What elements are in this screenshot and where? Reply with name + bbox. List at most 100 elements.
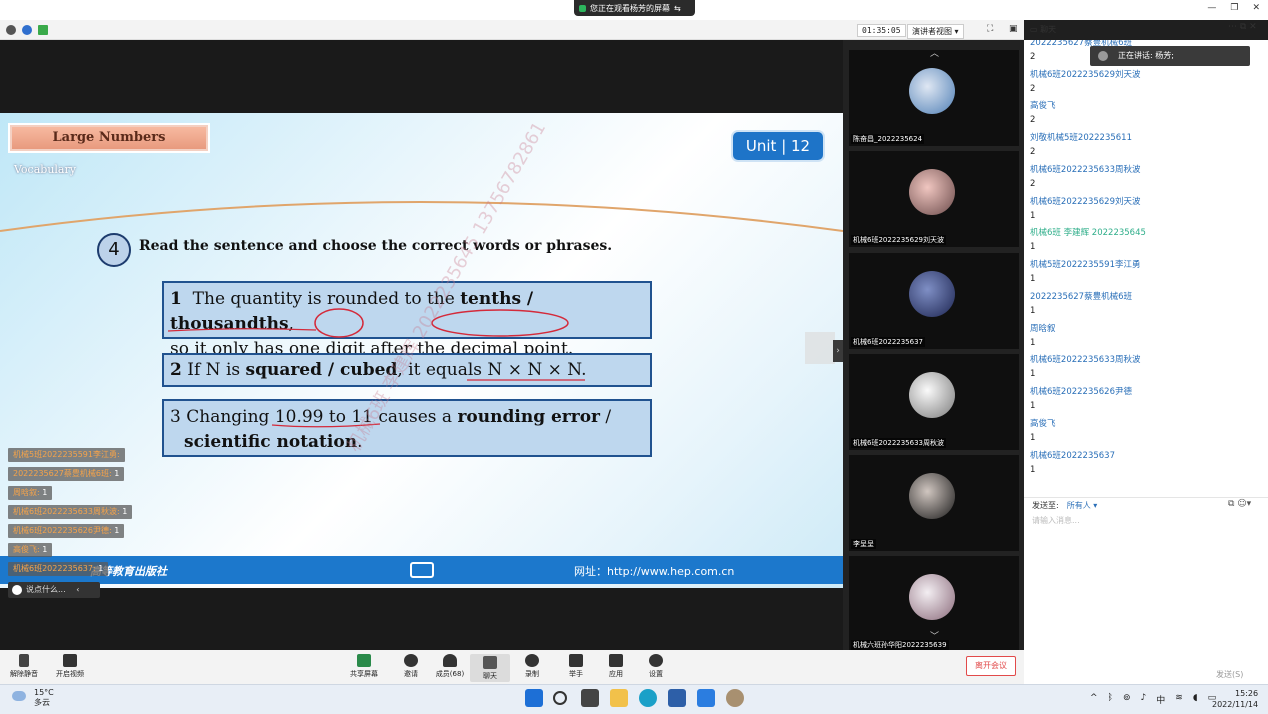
signal-icon[interactable] (38, 24, 48, 35)
chevron-left-icon[interactable]: ‹ (76, 585, 79, 594)
clock[interactable]: 15:26 2022/11/14 (1212, 688, 1258, 710)
view-mode-label: 演讲者视图 (912, 27, 952, 36)
start-icon[interactable] (525, 689, 543, 707)
danmu-input[interactable]: 说点什么... ‹ (8, 582, 100, 598)
gear-icon (649, 654, 663, 667)
record-label: 录制 (525, 670, 539, 678)
meeting-app-icon[interactable] (697, 689, 715, 707)
fullscreen-icon[interactable]: ⛶ (987, 24, 993, 34)
chat-message: 1 (1030, 306, 1036, 316)
chat-button[interactable]: 聊天 (470, 654, 510, 682)
microphone-icon[interactable]: ♪ (1141, 693, 1147, 706)
participant-tile[interactable]: 机械6班2022235633周秋波 (849, 354, 1019, 450)
hand-icon (569, 654, 583, 667)
network-icon[interactable]: ⊚ (1123, 693, 1131, 706)
start-video-button[interactable]: 开启视频 (50, 654, 90, 679)
minimize-icon[interactable]: — (1207, 3, 1216, 13)
members-button[interactable]: 成员(68) (430, 654, 470, 679)
settings-button[interactable]: 设置 (636, 654, 676, 679)
record-icon (525, 654, 539, 667)
chat-message: 1 (1030, 433, 1036, 443)
bluetooth-icon[interactable]: ᛒ (1108, 693, 1113, 706)
send-to-label: 发送至: (1032, 501, 1059, 510)
date: 2022/11/14 (1212, 700, 1259, 709)
chat-sender: 高俊飞 (1030, 101, 1056, 111)
avatar (909, 271, 955, 317)
participant-tile[interactable]: 李呈呈 (849, 455, 1019, 551)
video-gallery: 陈奋昌_2022235624 机械6班2022235629刘天波 机械6班202… (843, 40, 1024, 652)
side-handle[interactable] (805, 332, 835, 364)
wifi-icon[interactable]: ≋ (1175, 693, 1183, 706)
send-to-select[interactable]: 发送至: 所有人 ▾ (1032, 500, 1097, 511)
time: 15:26 (1235, 689, 1259, 698)
apps-button[interactable]: 应用 (596, 654, 636, 679)
chat-sender: 机械6班2022235629刘天波 (1030, 70, 1141, 80)
participant-name: 机械6班2022235637 (851, 337, 925, 347)
unmute-button[interactable]: 解除静音 (4, 654, 44, 679)
layout-icon[interactable]: ▣ (1009, 24, 1018, 34)
chat-sender: 机械6班2022235626尹德 (1030, 387, 1132, 397)
record-button[interactable]: 录制 (512, 654, 552, 679)
gallery-scroll-up-icon[interactable]: ︿ (930, 46, 939, 59)
ime-indicator[interactable]: 中 (1156, 693, 1165, 706)
weather-widget[interactable]: 15°C 多云 (12, 688, 54, 708)
share-screen-label: 共享屏幕 (350, 670, 378, 678)
chat-input[interactable]: 请输入消息... (1032, 515, 1080, 526)
start-video-label: 开启视频 (56, 670, 84, 678)
participant-tile[interactable]: 陈奋昌_2022235624 (849, 50, 1019, 146)
slide-section: Vocabulary (14, 163, 76, 176)
danmu-count: 1 (98, 564, 104, 573)
chat-panel-label: 聊天 (1040, 25, 1057, 34)
speaking-text: 正在讲话: 杨芳; (1118, 51, 1174, 60)
share-screen-button[interactable]: 共享屏幕 (344, 654, 384, 679)
danmu-count: 1 (122, 507, 128, 516)
danmu-name: 周晗叙: (13, 488, 40, 497)
expand-icon: ⇆ (674, 3, 681, 13)
viewing-banner[interactable]: 您正在观看杨芳的屏幕 ⇆ (574, 0, 695, 16)
chat-sender: 2022235627蔡豊机械6班 (1030, 292, 1132, 302)
restore-icon[interactable]: ❐ (1230, 3, 1238, 13)
task-view-icon[interactable] (581, 689, 599, 707)
chat-message: 1 (1030, 401, 1036, 411)
app-icon[interactable] (726, 689, 744, 707)
close-icon[interactable]: ✕ (1252, 3, 1260, 13)
chat-panel-controls[interactable]: ⋯ ⧉ ✕ (1228, 22, 1257, 32)
chevron-up-icon[interactable]: ^ (1090, 693, 1098, 706)
item-text: / (600, 407, 612, 427)
danmu-count: 1 (114, 469, 120, 478)
question-item-3: 3 Changing 10.99 to 11 causes a rounding… (162, 399, 652, 457)
chat-sender: 机械6班2022235633周秋波 (1030, 355, 1141, 365)
slide-title: Large Numbers (10, 125, 208, 151)
publisher-url: 网址：http://www.hep.com.cn (574, 565, 735, 578)
participant-tile[interactable]: 机械6班2022235637 (849, 253, 1019, 349)
gallery-scroll-down-icon[interactable]: ﹀ (930, 629, 939, 642)
file-explorer-icon[interactable] (610, 689, 628, 707)
search-icon[interactable] (553, 691, 567, 705)
item-number: 3 (170, 407, 181, 427)
send-button[interactable]: 发送(S) (1216, 669, 1243, 680)
invite-button[interactable]: 邀请 (391, 654, 431, 679)
shield-icon[interactable] (22, 24, 32, 35)
view-mode-select[interactable]: 演讲者视图 ▾ (907, 24, 964, 39)
chat-sender: 机械6班2022235629刘天波 (1030, 197, 1141, 207)
raise-hand-button[interactable]: 举手 (556, 654, 596, 679)
danmu-name: 机械5班2022235591李江勇: (13, 450, 120, 459)
danmu-name: 机械6班2022235633周秋波: (13, 507, 120, 516)
danmu-name: 机械6班2022235637: (13, 564, 96, 573)
chat-message: 2 (1030, 179, 1036, 189)
info-icon[interactable] (6, 24, 16, 35)
emoji-icon[interactable] (12, 585, 22, 595)
edge-icon[interactable] (639, 689, 657, 707)
chat-message: 1 (1030, 338, 1036, 348)
leave-meeting-button[interactable]: 离开会议 (966, 656, 1016, 676)
file-icon[interactable]: ⧉ ☺▾ (1228, 499, 1251, 509)
participant-tile[interactable]: 机械6班2022235629刘天波 (849, 151, 1019, 247)
danmu-count: 1 (114, 526, 120, 535)
volume-icon[interactable]: ◖ (1193, 693, 1198, 706)
danmu-input-placeholder: 说点什么... (26, 585, 66, 594)
chat-sender: 机械5班2022235591李江勇 (1030, 260, 1141, 270)
chat-sender: 机械6班2022235637 (1030, 451, 1115, 461)
store-icon[interactable] (668, 689, 686, 707)
danmu-message: 机械6班2022235633周秋波: 1 (8, 505, 133, 519)
collapse-gallery-button[interactable]: › (833, 340, 843, 362)
